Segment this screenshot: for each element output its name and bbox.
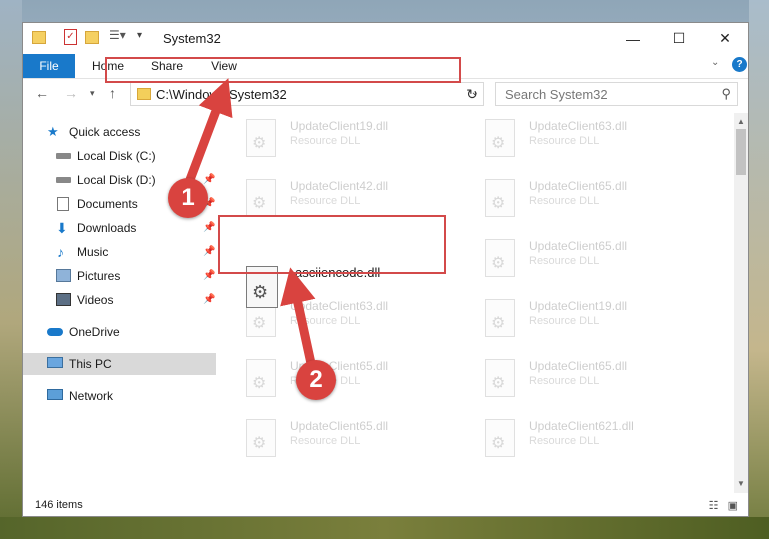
arrow-to-file	[280, 267, 317, 373]
annotation-arrows	[183, 78, 317, 373]
step-2-badge: 2	[296, 360, 336, 400]
step-1-badge: 1	[168, 178, 208, 218]
arrow-to-address-bar	[183, 78, 233, 190]
